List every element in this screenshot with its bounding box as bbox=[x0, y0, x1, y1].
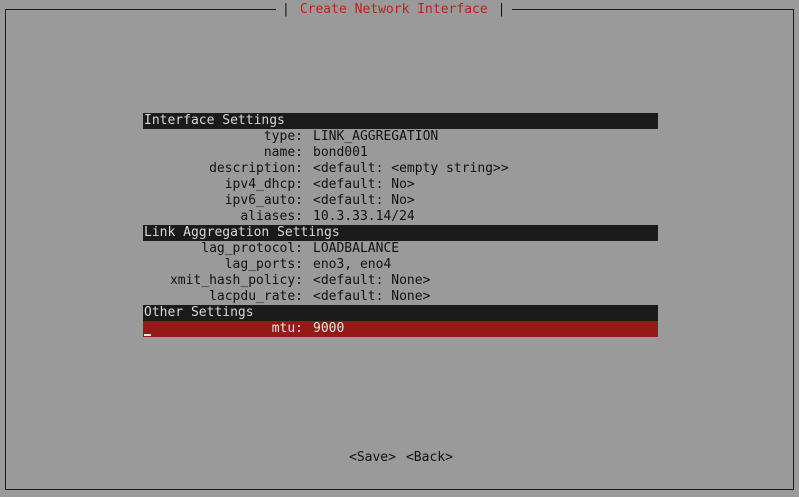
setting-key: mtu: bbox=[271, 321, 303, 336]
setting-key: ipv4_dhcp: bbox=[224, 177, 303, 192]
setting-value: <default: No> bbox=[313, 177, 415, 192]
setting-key: name: bbox=[263, 145, 303, 160]
setting-row-type[interactable]: type: LINK_AGGREGATION bbox=[143, 129, 658, 145]
setting-row-lag-ports[interactable]: lag_ports: eno3, eno4 bbox=[143, 257, 658, 273]
setting-value: 9000 bbox=[313, 321, 345, 336]
setting-key: lag_protocol: bbox=[201, 241, 303, 256]
setting-value: bond001 bbox=[313, 145, 368, 160]
dialog-title: Create Network Interface bbox=[299, 2, 488, 17]
text-cursor bbox=[144, 334, 151, 336]
setting-value: <default: None> bbox=[313, 273, 431, 288]
setting-value: LOADBALANCE bbox=[313, 241, 400, 256]
setting-key: type: bbox=[263, 129, 303, 144]
section-header-link-aggregation-settings: Link Aggregation Settings bbox=[143, 225, 658, 241]
title-right-bracket: | bbox=[497, 2, 506, 17]
setting-row-aliases[interactable]: aliases: 10.3.33.14/24 bbox=[143, 209, 658, 225]
settings-list: Interface Settings type: LINK_AGGREGATION… bbox=[143, 113, 658, 337]
setting-key: lag_ports: bbox=[224, 257, 303, 272]
setting-row-description[interactable]: description: <default: <empty string>> bbox=[143, 161, 658, 177]
setting-value: <default: <empty string>> bbox=[313, 161, 509, 176]
dialog-title-bar: | Create Network Interface | bbox=[276, 1, 512, 18]
section-header-other-settings: Other Settings bbox=[143, 305, 658, 321]
setting-value: 10.3.33.14/24 bbox=[313, 209, 415, 224]
setting-value: <default: None> bbox=[313, 289, 431, 304]
setting-row-lag-protocol[interactable]: lag_protocol: LOADBALANCE bbox=[143, 241, 658, 257]
setting-key: lacpdu_rate: bbox=[209, 289, 303, 304]
setting-row-xmit-hash-policy[interactable]: xmit_hash_policy: <default: None> bbox=[143, 273, 658, 289]
setting-row-name[interactable]: name: bond001 bbox=[143, 145, 658, 161]
section-header-interface-settings: Interface Settings bbox=[143, 113, 658, 129]
setting-value: eno3, eno4 bbox=[313, 257, 392, 272]
setting-value: <default: No> bbox=[313, 193, 415, 208]
setting-value: LINK_AGGREGATION bbox=[313, 129, 439, 144]
back-button[interactable]: <Back> bbox=[406, 450, 453, 465]
title-left-bracket: | bbox=[282, 2, 290, 17]
setting-key: description: bbox=[209, 161, 303, 176]
setting-row-ipv6-auto[interactable]: ipv6_auto: <default: No> bbox=[143, 193, 658, 209]
setting-key: xmit_hash_policy: bbox=[169, 273, 303, 288]
dialog-buttons: <Save> <Back> bbox=[349, 450, 453, 465]
save-button[interactable]: <Save> bbox=[349, 450, 396, 465]
setting-row-mtu[interactable]: mtu: 9000 bbox=[143, 321, 658, 337]
setting-key: ipv6_auto: bbox=[224, 193, 303, 208]
setting-row-ipv4-dhcp[interactable]: ipv4_dhcp: <default: No> bbox=[143, 177, 658, 193]
setting-key: aliases: bbox=[240, 209, 303, 224]
setting-row-lacpdu-rate[interactable]: lacpdu_rate: <default: None> bbox=[143, 289, 658, 305]
